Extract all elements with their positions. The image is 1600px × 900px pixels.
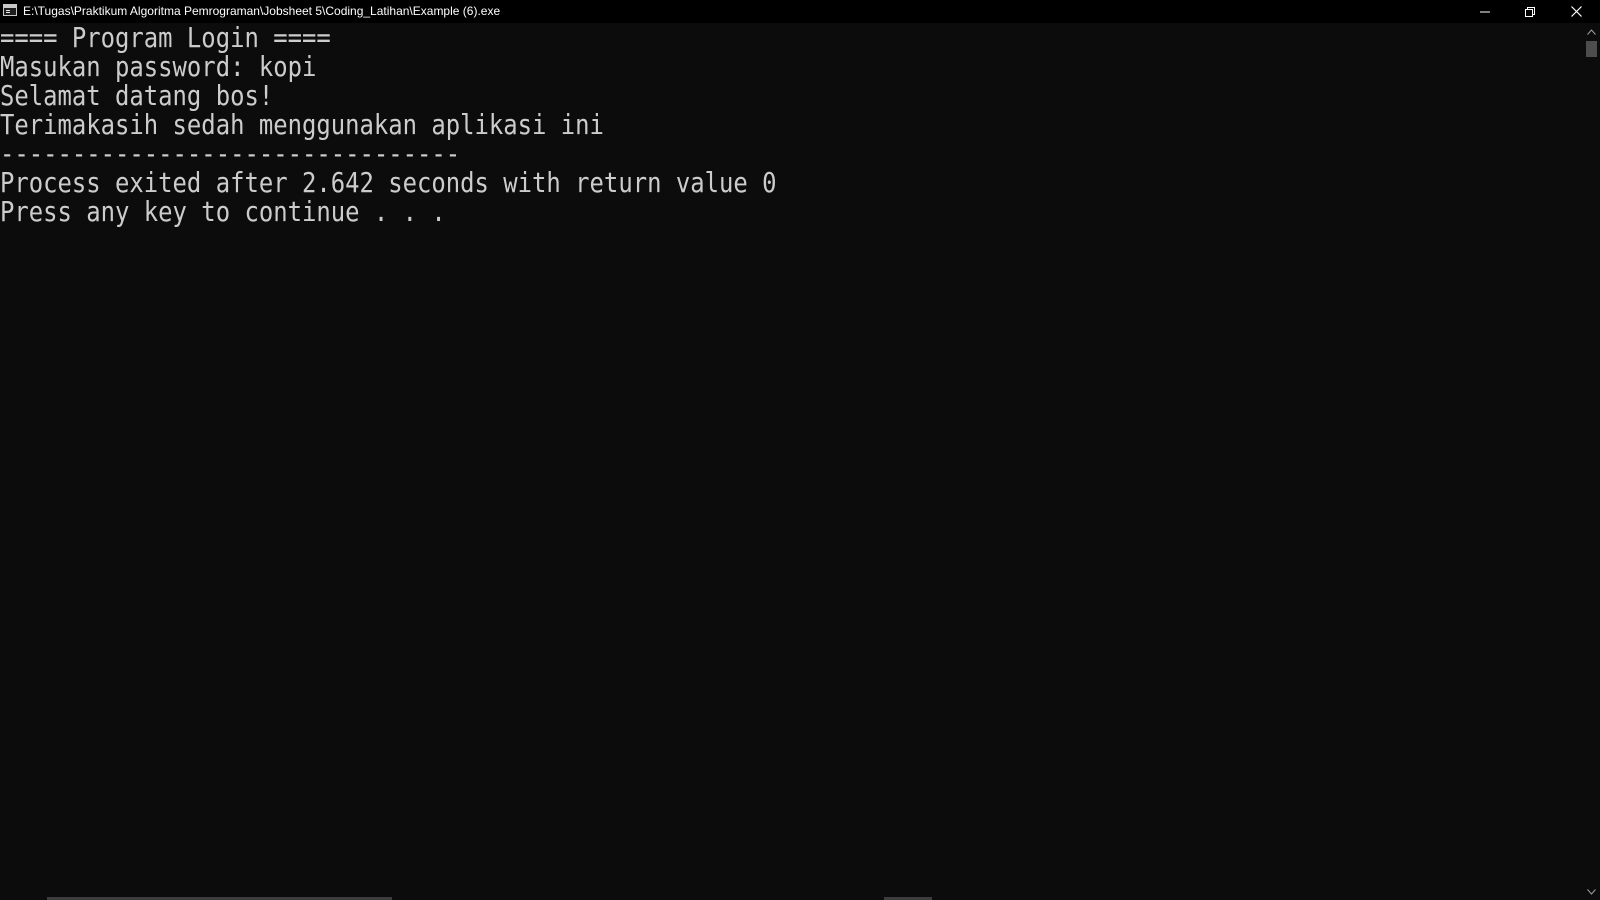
console-output[interactable]: ==== Program Login ==== Masukan password… <box>0 23 1583 900</box>
window-title: E:\Tugas\Praktikum Algoritma Pemrograman… <box>23 4 501 18</box>
console-line: Process exited after 2.642 seconds with … <box>0 166 777 199</box>
close-icon <box>1570 6 1582 17</box>
vertical-scrollbar[interactable] <box>1583 23 1600 900</box>
chevron-up-icon <box>1587 28 1596 35</box>
title-bar[interactable]: E:\Tugas\Praktikum Algoritma Pemrograman… <box>0 0 1600 23</box>
console-app-icon[interactable] <box>3 4 17 16</box>
minimize-button[interactable] <box>1462 0 1507 23</box>
console-window: E:\Tugas\Praktikum Algoritma Pemrograman… <box>0 0 1600 900</box>
scroll-thumb[interactable] <box>1586 41 1597 57</box>
scroll-down-button[interactable] <box>1583 883 1600 900</box>
scroll-up-button[interactable] <box>1583 23 1600 40</box>
minimize-icon <box>1479 11 1490 12</box>
console-line: ==== Program Login ==== <box>0 21 331 54</box>
restore-icon <box>1524 6 1535 17</box>
console-line: Press any key to continue . . . <box>0 195 446 228</box>
console-line: -------------------------------- <box>0 137 461 170</box>
close-button[interactable] <box>1552 0 1600 23</box>
console-line: Masukan password: kopi <box>0 50 317 83</box>
console-line: Selamat datang bos! <box>0 79 274 112</box>
maximize-button[interactable] <box>1507 0 1552 23</box>
chevron-down-icon <box>1587 888 1596 895</box>
console-line: Terimakasih sedah menggunakan aplikasi i… <box>0 108 604 141</box>
